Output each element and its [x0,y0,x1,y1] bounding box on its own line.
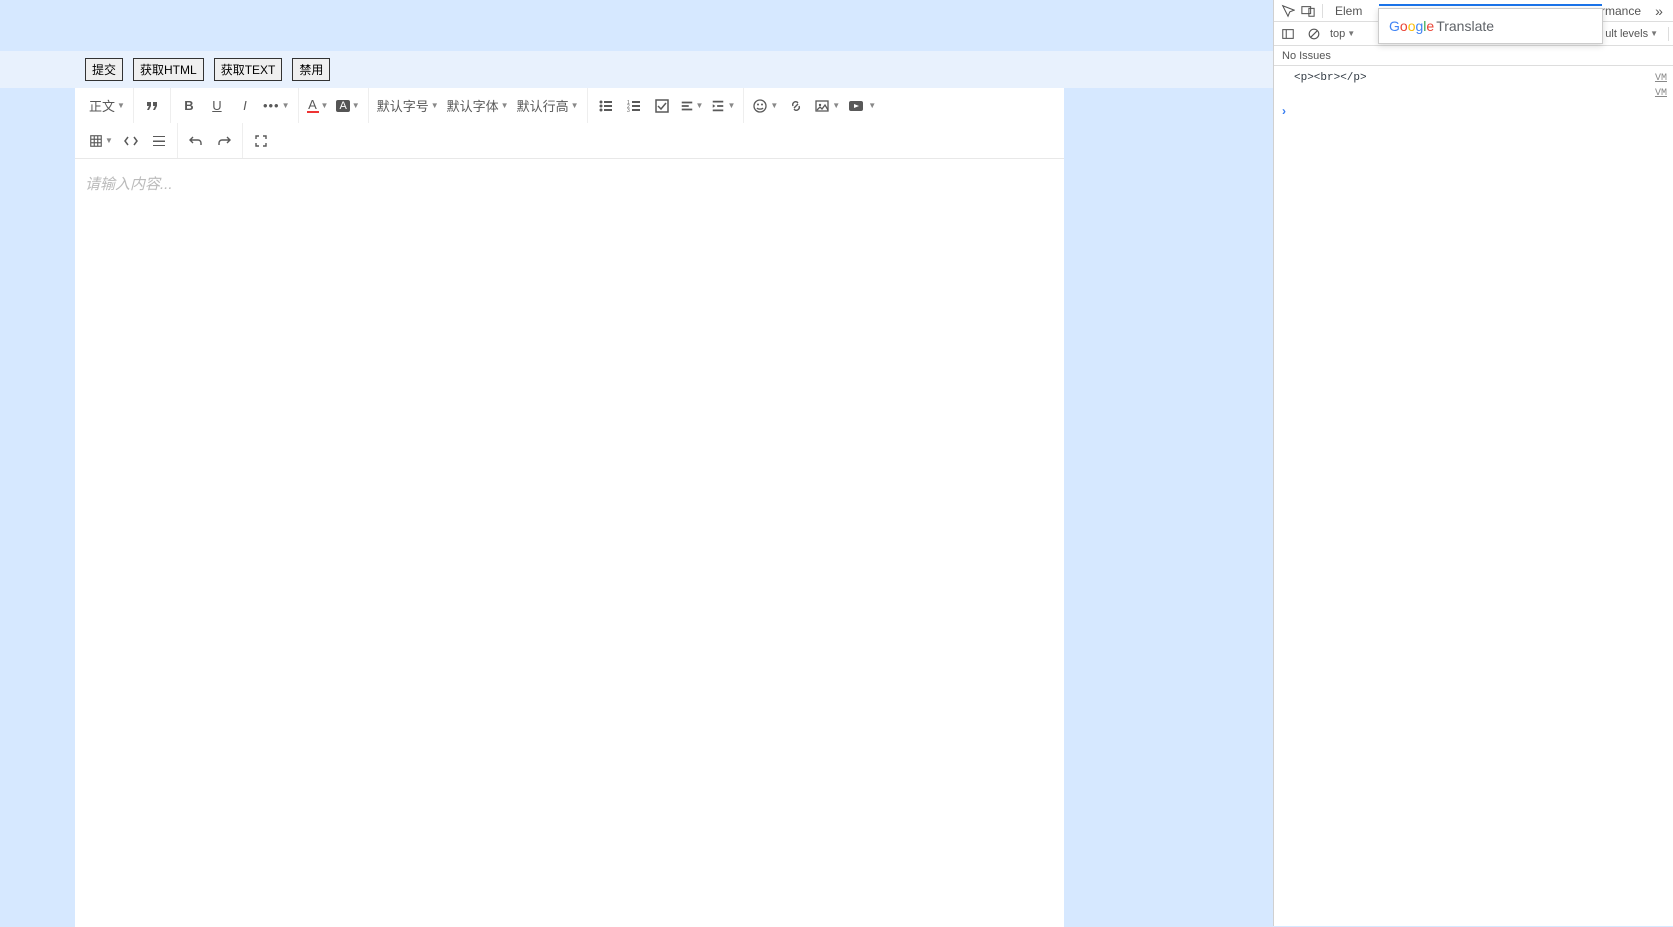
console-log-line[interactable]: VM [1274,86,1673,100]
line-height-dropdown[interactable]: 默认行高▼ [513,92,583,120]
toolbar-row-2: ▼ [75,123,1064,158]
bg-color-dropdown[interactable]: A▼ [332,92,363,120]
todo-list-button[interactable] [648,92,676,120]
device-toolbar-icon[interactable] [1298,1,1318,21]
more-styles-dropdown[interactable]: •••▼ [259,92,294,120]
font-family-dropdown[interactable]: 默认字体▼ [443,92,513,120]
toolbar-row-1: 正文▼ B U I •••▼ A▼ A▼ [75,88,1064,123]
checkbox-icon [654,98,670,114]
devtools-panel: Elem rmance » top▼ ult levels▼ No Issues… [1273,0,1673,926]
indent-icon [711,99,725,113]
table-dropdown[interactable]: ▼ [85,127,117,155]
context-dropdown[interactable]: top▼ [1330,28,1355,40]
emoji-dropdown[interactable]: ▼ [748,92,782,120]
undo-icon [188,133,204,149]
svg-text:3: 3 [627,108,630,114]
underline-button[interactable]: U [203,92,231,120]
code-icon [123,133,139,149]
get-html-button[interactable]: 获取HTML [133,58,204,81]
fullscreen-icon [253,133,269,149]
image-icon [814,98,830,114]
video-dropdown[interactable]: ▼ [844,92,880,120]
hr-icon [151,133,167,149]
editor-container: 正文▼ B U I •••▼ A▼ A▼ [75,88,1064,927]
font-color-dropdown[interactable]: A▼ [303,92,333,120]
editor-placeholder: 请输入内容... [85,176,173,193]
elements-tab[interactable]: Elem [1327,0,1370,22]
disable-button[interactable]: 禁用 [292,58,330,81]
bold-button[interactable]: B [175,92,203,120]
video-icon [848,98,866,114]
divider-button[interactable] [145,127,173,155]
link-icon [788,98,804,114]
redo-icon [216,133,232,149]
editor-content-area[interactable]: 请输入内容... [75,159,1064,927]
quote-icon [144,98,160,114]
blockquote-button[interactable] [138,92,166,120]
align-icon [680,99,694,113]
log-levels-dropdown[interactable]: ult levels▼ [1605,28,1658,40]
image-dropdown[interactable]: ▼ [810,92,844,120]
google-translate-popup[interactable]: Google Translate [1378,8,1603,44]
get-text-button[interactable]: 获取TEXT [214,58,283,81]
ul-icon [598,98,614,114]
console-prompt[interactable] [1274,100,1673,122]
inspect-element-icon[interactable] [1278,1,1298,21]
console-log-line[interactable]: <p><br></p> VM [1274,70,1673,86]
google-logo: Google [1389,18,1434,34]
sidebar-toggle-icon[interactable] [1278,24,1298,44]
issues-bar[interactable]: No Issues [1274,46,1673,66]
paragraph-style-dropdown[interactable]: 正文▼ [85,92,129,120]
translate-label: Translate [1436,18,1494,34]
table-icon [89,134,103,148]
console-output: <p><br></p> VM VM [1274,66,1673,126]
code-block-button[interactable] [117,127,145,155]
clear-console-icon[interactable] [1304,24,1324,44]
fullscreen-button[interactable] [247,127,275,155]
undo-button[interactable] [182,127,210,155]
submit-button[interactable]: 提交 [85,58,123,81]
emoji-icon [752,98,768,114]
editor-toolbar: 正文▼ B U I •••▼ A▼ A▼ [75,88,1064,159]
vm-source-link[interactable]: VM [1655,73,1667,84]
numbered-list-button[interactable]: 123 [620,92,648,120]
indent-dropdown[interactable]: ▼ [707,92,739,120]
italic-button[interactable]: I [231,92,259,120]
font-size-dropdown[interactable]: 默认字号▼ [373,92,443,120]
align-dropdown[interactable]: ▼ [676,92,708,120]
more-tabs-icon[interactable]: » [1649,1,1669,21]
bullet-list-button[interactable] [592,92,620,120]
redo-button[interactable] [210,127,238,155]
vm-source-link[interactable]: VM [1655,88,1667,99]
link-button[interactable] [782,92,810,120]
ol-icon: 123 [626,98,642,114]
